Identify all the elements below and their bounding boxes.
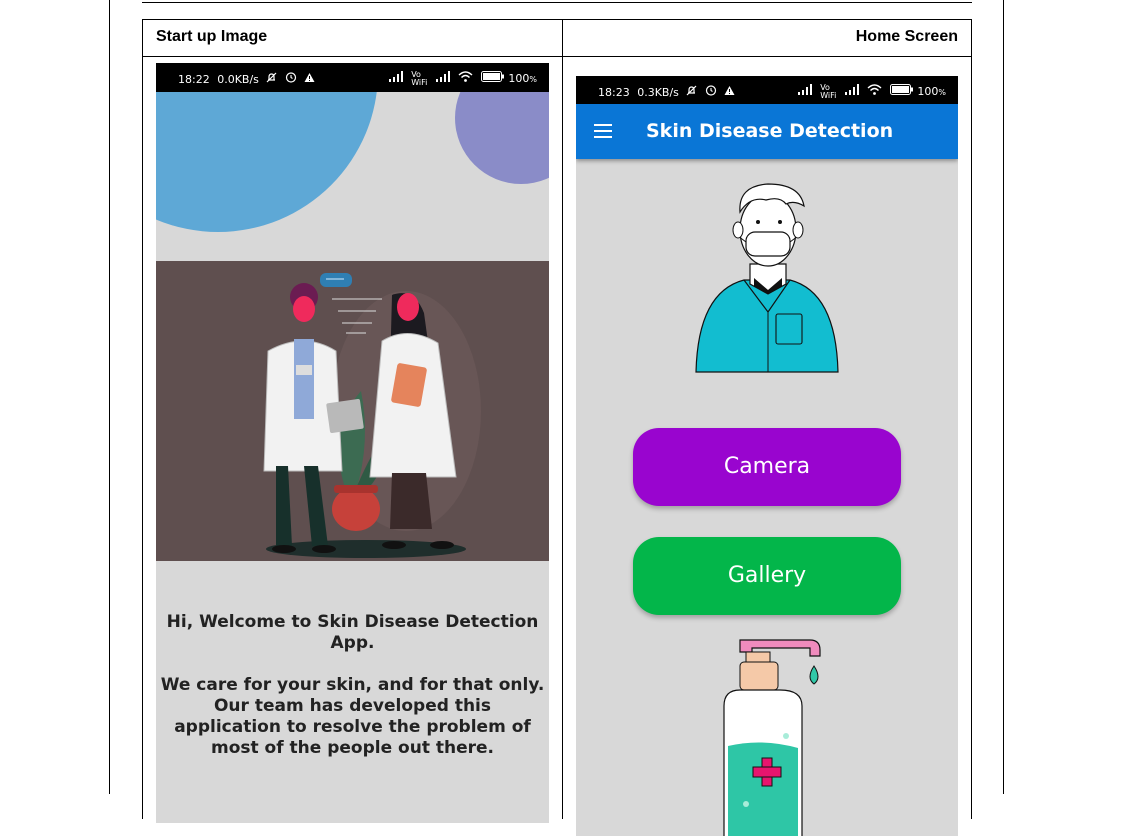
column-header-home: Home Screen	[855, 28, 958, 45]
app-bar: Skin Disease Detection	[576, 104, 958, 159]
column-header-startup: Start up Image	[156, 28, 268, 45]
alarm-icon	[705, 84, 717, 99]
wifi-icon	[458, 71, 473, 85]
battery-level: 100	[508, 72, 530, 85]
alarm-icon	[285, 71, 297, 86]
table-border-middle	[562, 19, 563, 819]
vowifi-icon: Vo WiFi	[411, 70, 428, 87]
wifi-icon	[867, 84, 882, 98]
purple-circle	[455, 92, 549, 184]
doctor-illustration	[695, 183, 839, 373]
home-status-speed: 0.3KB/s	[637, 86, 679, 99]
table-border-header	[142, 56, 972, 57]
body-line-2: Our team has developed this	[213, 696, 491, 716]
welcome-line-2: App.	[330, 633, 375, 653]
status-bar: 18:22 0.0KB/s Vo WiFi 100%	[156, 63, 549, 92]
home-screenshot: 18:23 0.3KB/s Vo WiFi 100% Skin Disease …	[576, 76, 958, 836]
camera-button[interactable]: Camera	[633, 428, 901, 506]
app-title: Skin Disease Detection	[646, 120, 894, 142]
page-right-border	[1003, 0, 1004, 794]
startup-screenshot: 18:22 0.0KB/s Vo WiFi 100% Hi, Welcome t…	[156, 63, 549, 823]
warning-icon	[304, 72, 315, 86]
mute-icon	[686, 85, 697, 99]
table-border-right	[971, 19, 972, 819]
table-border-left	[142, 19, 143, 819]
decorative-circles	[156, 92, 549, 232]
body-line-1: We care for your skin, and for that only…	[160, 675, 545, 695]
body-line-3: application to resolve the problem of	[174, 717, 531, 737]
warning-icon	[724, 85, 735, 99]
battery-icon	[480, 71, 505, 85]
screens-table: Start up Image Home Screen 18:22 0.0KB/s	[142, 19, 972, 836]
battery-icon	[889, 84, 914, 98]
page-left-border	[109, 0, 110, 794]
blue-circle	[156, 92, 377, 232]
home-status-time: 18:23	[598, 86, 630, 99]
signal-icon	[388, 71, 404, 85]
top-rule	[142, 2, 972, 3]
signal-icon	[797, 84, 813, 98]
welcome-line-1: Hi, Welcome to Skin Disease Detection	[166, 612, 539, 632]
signal-icon-2	[435, 71, 451, 85]
gallery-button[interactable]: Gallery	[633, 537, 901, 615]
status-time: 18:22	[178, 73, 210, 86]
mute-icon	[266, 72, 277, 86]
table-border-top	[142, 19, 972, 20]
body-line-4: most of the people out there.	[210, 738, 494, 758]
signal-icon-2	[844, 84, 860, 98]
sanitizer-illustration	[723, 639, 821, 836]
home-status-bar: 18:23 0.3KB/s Vo WiFi 100%	[576, 76, 958, 104]
home-battery-level: 100	[917, 85, 939, 98]
menu-icon[interactable]	[594, 124, 612, 138]
doctors-illustration	[156, 261, 549, 561]
vowifi-icon: Vo WiFi	[820, 83, 837, 100]
status-speed: 0.0KB/s	[217, 73, 259, 86]
